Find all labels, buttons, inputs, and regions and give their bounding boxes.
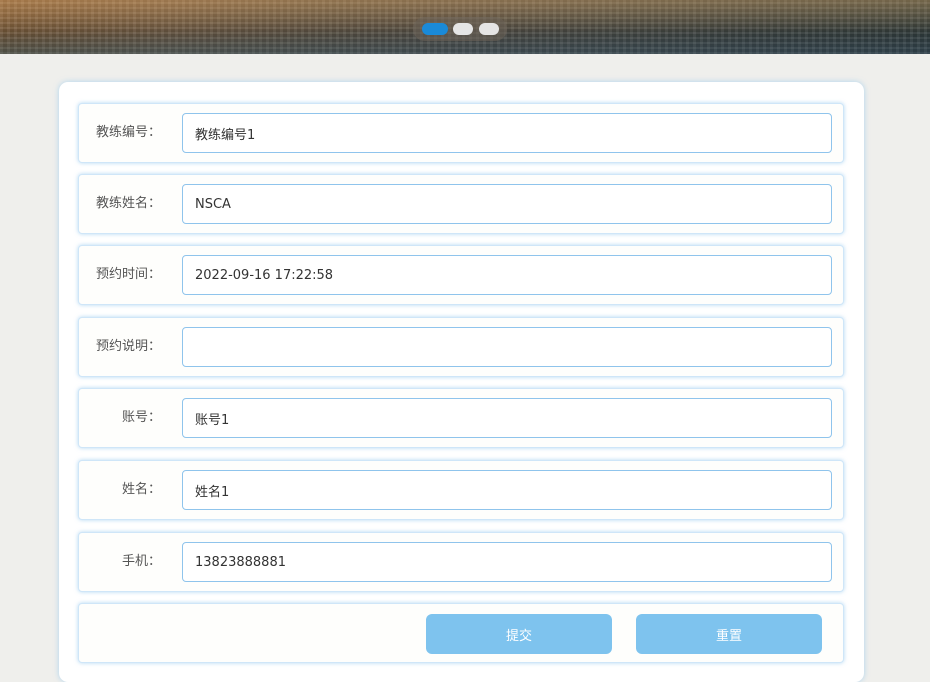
- form-card: [59, 82, 864, 682]
- booking-note-label: 预约说明：: [95, 339, 161, 354]
- form-row-phone: 手机：: [78, 532, 844, 592]
- coach-id-input[interactable]: [182, 113, 832, 153]
- submit-button[interactable]: 提交: [426, 614, 612, 654]
- phone-input[interactable]: [182, 542, 832, 582]
- form-row-account: 账号：: [78, 388, 844, 448]
- carousel-dot-2[interactable]: [453, 23, 473, 35]
- form-row-coach-name: 教练姓名：: [78, 174, 844, 234]
- coach-name-input[interactable]: [182, 184, 832, 224]
- account-input[interactable]: [182, 398, 832, 438]
- booking-time-label: 预约时间：: [95, 267, 161, 282]
- form-row-coach-id: 教练编号：: [78, 103, 844, 163]
- name-input[interactable]: [182, 470, 832, 510]
- coach-id-label: 教练编号：: [95, 125, 161, 140]
- form-actions: 提交 重置: [78, 603, 844, 663]
- form-row-booking-note: 预约说明：: [78, 317, 844, 377]
- reset-button[interactable]: 重置: [636, 614, 822, 654]
- form-row-name: 姓名：: [78, 460, 844, 520]
- form-row-booking-time: 预约时间：: [78, 245, 844, 305]
- booking-note-input[interactable]: [182, 327, 832, 367]
- carousel-indicators: [413, 17, 507, 41]
- booking-time-input[interactable]: [182, 255, 832, 295]
- phone-label: 手机：: [121, 554, 161, 569]
- coach-name-label: 教练姓名：: [95, 196, 161, 211]
- account-label: 账号：: [121, 410, 161, 425]
- carousel-dot-1[interactable]: [422, 23, 448, 35]
- carousel-dot-3[interactable]: [479, 23, 499, 35]
- name-label: 姓名：: [121, 482, 161, 497]
